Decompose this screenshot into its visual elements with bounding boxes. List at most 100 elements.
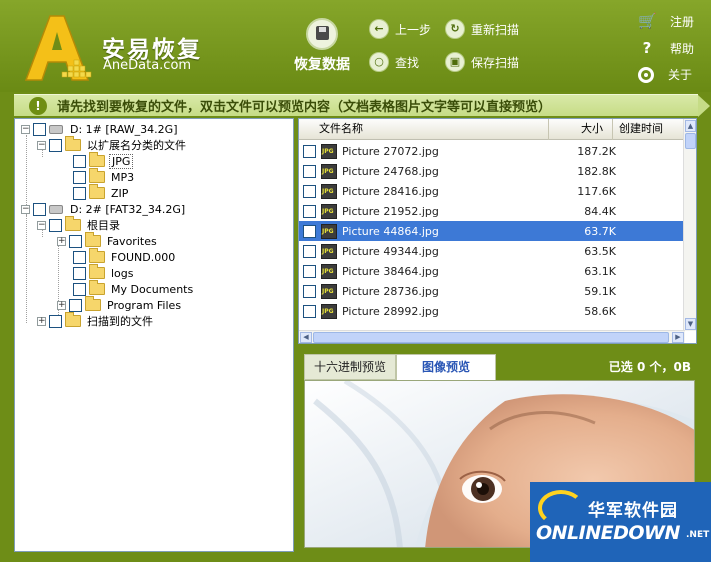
- checkbox[interactable]: [303, 224, 316, 238]
- checkbox[interactable]: [73, 266, 86, 280]
- about-label: 关于: [668, 68, 693, 82]
- anedata-logo-icon: [24, 15, 92, 81]
- file-row[interactable]: Picture 38464.jpg 63.1K: [299, 261, 685, 281]
- file-row-selected[interactable]: Picture 44864.jpg 63.7K: [299, 221, 685, 241]
- tree-label: 根目录: [87, 219, 120, 232]
- file-row[interactable]: Picture 28992.jpg 58.6K: [299, 301, 685, 321]
- scroll-right-arrow-icon[interactable]: ▶: [672, 332, 684, 343]
- checkbox[interactable]: [49, 314, 62, 328]
- checkbox[interactable]: [69, 298, 82, 312]
- tree-node-my-documents[interactable]: My Documents: [73, 280, 195, 297]
- checkbox[interactable]: [69, 234, 82, 248]
- scroll-down-arrow-icon[interactable]: ▼: [685, 318, 696, 330]
- tree-node-program-files[interactable]: + Program Files: [57, 296, 183, 313]
- checkbox[interactable]: [49, 218, 62, 232]
- save-scan-icon: ▣: [445, 52, 465, 72]
- collapse-icon[interactable]: −: [37, 140, 46, 150]
- help-button[interactable]: ? 帮助: [638, 39, 694, 57]
- folder-icon: [85, 296, 101, 311]
- tree-label: logs: [111, 266, 134, 280]
- column-name[interactable]: 文件名称: [299, 119, 549, 140]
- tree-node-root[interactable]: − 根目录: [37, 216, 122, 233]
- checkbox[interactable]: [303, 304, 316, 318]
- checkbox[interactable]: [303, 144, 316, 158]
- back-button[interactable]: ← 上一步: [369, 18, 431, 40]
- tree-label: MP3: [111, 170, 135, 184]
- checkbox[interactable]: [303, 244, 316, 258]
- folder-icon: [65, 312, 81, 327]
- checkbox[interactable]: [73, 250, 86, 264]
- tree-node-mp3[interactable]: MP3: [73, 168, 136, 185]
- tree-node-favorites[interactable]: + Favorites: [57, 232, 159, 249]
- checkbox[interactable]: [33, 122, 46, 136]
- save-scan-button[interactable]: ▣ 保存扫描: [445, 51, 519, 73]
- collapse-icon[interactable]: −: [21, 204, 30, 214]
- floppy-disk-icon: [306, 18, 338, 50]
- tree-label: Program Files: [107, 298, 182, 312]
- file-row[interactable]: Picture 28736.jpg 59.1K: [299, 281, 685, 301]
- scroll-thumb[interactable]: [313, 332, 669, 343]
- tab-hex-preview[interactable]: 十六进制预览: [304, 354, 396, 380]
- jpg-file-icon: [321, 163, 337, 179]
- tree-label: 以扩展名分类的文件: [87, 139, 186, 152]
- rescan-button[interactable]: ↻ 重新扫描: [445, 18, 519, 40]
- checkbox[interactable]: [33, 202, 46, 216]
- register-button[interactable]: 🛒 注册: [638, 12, 694, 30]
- tree-node-scanned-files[interactable]: + 扫描到的文件: [37, 312, 155, 329]
- recover-data-label: 恢复数据: [294, 57, 350, 73]
- file-name: Picture 21952.jpg: [342, 204, 439, 218]
- search-button[interactable]: ○ 查找: [369, 51, 419, 73]
- scroll-up-arrow-icon[interactable]: ▲: [685, 120, 696, 132]
- cart-icon: 🛒: [638, 12, 657, 30]
- folder-icon: [89, 184, 105, 199]
- file-name: Picture 27072.jpg: [342, 144, 439, 158]
- file-row[interactable]: Picture 28416.jpg 117.6K: [299, 181, 685, 201]
- expand-icon[interactable]: +: [57, 300, 66, 310]
- tree-node-logs[interactable]: logs: [73, 264, 136, 281]
- checkbox[interactable]: [303, 204, 316, 218]
- file-row[interactable]: Picture 21952.jpg 84.4K: [299, 201, 685, 221]
- file-row[interactable]: Picture 49344.jpg 63.5K: [299, 241, 685, 261]
- column-created[interactable]: 创建时间: [613, 119, 685, 140]
- notice-bar: ! 请先找到要恢复的文件，双击文件可以预览内容（文档表格图片文字等可以直接预览）: [14, 94, 710, 117]
- tree-node-found[interactable]: FOUND.000: [73, 248, 177, 265]
- file-row[interactable]: Picture 24768.jpg 182.8K: [299, 161, 685, 181]
- hard-drive-icon: [49, 204, 63, 214]
- checkbox[interactable]: [73, 170, 86, 184]
- folder-icon: [65, 216, 81, 231]
- back-label: 上一步: [395, 22, 432, 37]
- folder-icon: [89, 280, 105, 295]
- file-name: Picture 28992.jpg: [342, 304, 439, 318]
- about-button[interactable]: 关于: [638, 66, 692, 83]
- checkbox[interactable]: [73, 186, 86, 200]
- expand-icon[interactable]: +: [57, 236, 66, 246]
- column-size[interactable]: 大小: [549, 119, 613, 140]
- horizontal-scrollbar[interactable]: ◀ ▶: [299, 330, 685, 343]
- tab-image-preview[interactable]: 图像预览: [396, 354, 496, 380]
- tree-node-zip[interactable]: ZIP: [73, 184, 130, 201]
- file-list-header: 文件名称 大小 创建时间: [299, 119, 685, 140]
- collapse-icon[interactable]: −: [21, 124, 30, 134]
- jpg-file-icon: [321, 143, 337, 159]
- checkbox[interactable]: [73, 282, 86, 296]
- tree-node-drive-1[interactable]: − D: 1# [RAW_34.2G]: [21, 121, 179, 137]
- expand-icon[interactable]: +: [37, 316, 46, 326]
- checkbox[interactable]: [303, 164, 316, 178]
- checkbox[interactable]: [303, 284, 316, 298]
- tree-label: 扫描到的文件: [87, 315, 153, 328]
- brand-domain: AneData.com: [103, 58, 192, 73]
- checkbox[interactable]: [303, 184, 316, 198]
- checkbox[interactable]: [73, 154, 86, 168]
- checkbox[interactable]: [49, 138, 62, 152]
- checkbox[interactable]: [303, 264, 316, 278]
- scroll-left-arrow-icon[interactable]: ◀: [300, 332, 312, 343]
- collapse-icon[interactable]: −: [37, 220, 46, 230]
- vertical-scrollbar[interactable]: ▲ ▼: [683, 119, 696, 331]
- recover-data-button[interactable]: 恢复数据: [288, 18, 356, 76]
- file-row[interactable]: Picture 27072.jpg 187.2K: [299, 141, 685, 161]
- tree-node-drive-2[interactable]: − D: 2# [FAT32_34.2G]: [21, 201, 187, 217]
- tree-node-jpg[interactable]: JPG: [73, 152, 134, 169]
- scroll-thumb[interactable]: [685, 133, 696, 149]
- watermark-suffix: .NET: [686, 530, 710, 540]
- tree-node-by-extension[interactable]: − 以扩展名分类的文件: [37, 136, 188, 153]
